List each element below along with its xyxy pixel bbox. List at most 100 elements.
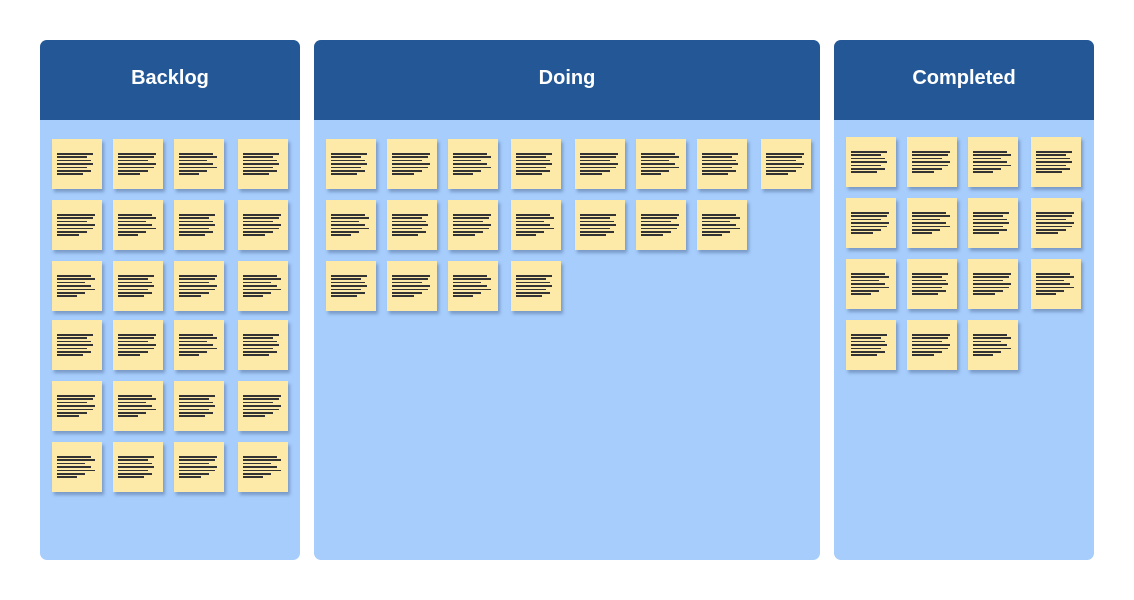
note-text-line — [392, 281, 422, 284]
note-text-line — [973, 151, 1007, 153]
sticky-note[interactable] — [174, 442, 224, 492]
sticky-note[interactable] — [326, 261, 376, 311]
sticky-note[interactable] — [511, 261, 561, 311]
note-text-line — [331, 173, 357, 175]
sticky-note[interactable] — [907, 198, 957, 248]
note-text-line — [243, 472, 271, 475]
sticky-note[interactable] — [575, 200, 625, 250]
note-text-line — [57, 395, 95, 397]
note-text-line — [973, 293, 995, 295]
note-text-line — [973, 347, 1011, 350]
sticky-note[interactable] — [387, 261, 437, 311]
note-text-line — [57, 398, 93, 400]
sticky-note[interactable] — [238, 261, 288, 311]
sticky-note[interactable] — [113, 381, 163, 431]
note-text-line — [851, 347, 881, 350]
sticky-note[interactable] — [846, 259, 896, 309]
note-text-line — [516, 234, 536, 236]
note-text-line — [243, 334, 279, 336]
note-text-line — [580, 230, 614, 233]
sticky-note[interactable] — [387, 200, 437, 250]
sticky-note[interactable] — [968, 320, 1018, 370]
sticky-note[interactable] — [511, 200, 561, 250]
sticky-note[interactable] — [52, 139, 102, 189]
sticky-note[interactable] — [113, 320, 163, 370]
sticky-note[interactable] — [52, 200, 102, 250]
note-text-line — [766, 166, 802, 169]
sticky-note[interactable] — [174, 139, 224, 189]
note-text-line — [57, 169, 91, 172]
note-text-line — [243, 285, 277, 287]
note-text-line — [243, 275, 277, 277]
sticky-note[interactable] — [846, 320, 896, 370]
sticky-note[interactable] — [238, 442, 288, 492]
note-text-line — [243, 281, 271, 284]
sticky-note[interactable] — [113, 139, 163, 189]
note-text-line — [702, 230, 730, 233]
sticky-note[interactable] — [174, 381, 224, 431]
sticky-note[interactable] — [113, 442, 163, 492]
sticky-note[interactable] — [761, 139, 811, 189]
note-text-line — [179, 156, 217, 158]
sticky-note[interactable] — [52, 261, 102, 311]
sticky-note[interactable] — [511, 139, 561, 189]
note-text-line — [331, 291, 365, 294]
note-text-line — [331, 227, 369, 230]
note-text-line — [392, 288, 428, 291]
note-text-line — [851, 215, 887, 217]
note-text-line — [331, 153, 367, 155]
sticky-note[interactable] — [846, 198, 896, 248]
sticky-note[interactable] — [907, 320, 957, 370]
sticky-note[interactable] — [174, 320, 224, 370]
note-text-line — [851, 286, 889, 289]
sticky-note[interactable] — [238, 381, 288, 431]
sticky-note[interactable] — [907, 259, 957, 309]
column-completed: Completed — [834, 40, 1094, 560]
sticky-note[interactable] — [238, 139, 288, 189]
note-text-line — [580, 159, 610, 162]
sticky-note[interactable] — [697, 200, 747, 250]
sticky-note[interactable] — [1031, 137, 1081, 187]
note-text-line — [851, 222, 889, 224]
sticky-note[interactable] — [174, 200, 224, 250]
sticky-note[interactable] — [968, 137, 1018, 187]
note-text-line — [453, 227, 489, 230]
sticky-note[interactable] — [326, 139, 376, 189]
sticky-note[interactable] — [636, 139, 686, 189]
sticky-note[interactable] — [326, 200, 376, 250]
note-text-line — [331, 159, 365, 162]
sticky-note[interactable] — [968, 198, 1018, 248]
sticky-note[interactable] — [907, 137, 957, 187]
note-text-line — [118, 405, 152, 407]
sticky-note[interactable] — [52, 442, 102, 492]
sticky-note[interactable] — [387, 139, 437, 189]
sticky-note[interactable] — [174, 261, 224, 311]
sticky-note[interactable] — [238, 200, 288, 250]
sticky-note[interactable] — [238, 320, 288, 370]
sticky-note[interactable] — [52, 381, 102, 431]
note-text-line — [702, 163, 738, 165]
sticky-note[interactable] — [448, 200, 498, 250]
sticky-note[interactable] — [448, 261, 498, 311]
sticky-note[interactable] — [52, 320, 102, 370]
note-text-line — [57, 275, 91, 277]
sticky-note[interactable] — [113, 261, 163, 311]
sticky-note[interactable] — [1031, 198, 1081, 248]
sticky-note[interactable] — [636, 200, 686, 250]
sticky-note[interactable] — [697, 139, 747, 189]
sticky-note[interactable] — [1031, 259, 1081, 309]
sticky-note[interactable] — [113, 200, 163, 250]
sticky-note[interactable] — [575, 139, 625, 189]
note-text-line — [973, 215, 1003, 217]
note-text-line — [641, 230, 671, 233]
note-text-line — [766, 159, 796, 162]
sticky-note[interactable] — [968, 259, 1018, 309]
sticky-note[interactable] — [846, 137, 896, 187]
note-text-line — [179, 281, 209, 284]
note-text-line — [243, 227, 279, 230]
note-text-line — [243, 462, 271, 465]
sticky-note[interactable] — [448, 139, 498, 189]
note-text-line — [118, 224, 152, 226]
note-text-line — [331, 220, 359, 223]
note-text-line — [118, 469, 148, 472]
